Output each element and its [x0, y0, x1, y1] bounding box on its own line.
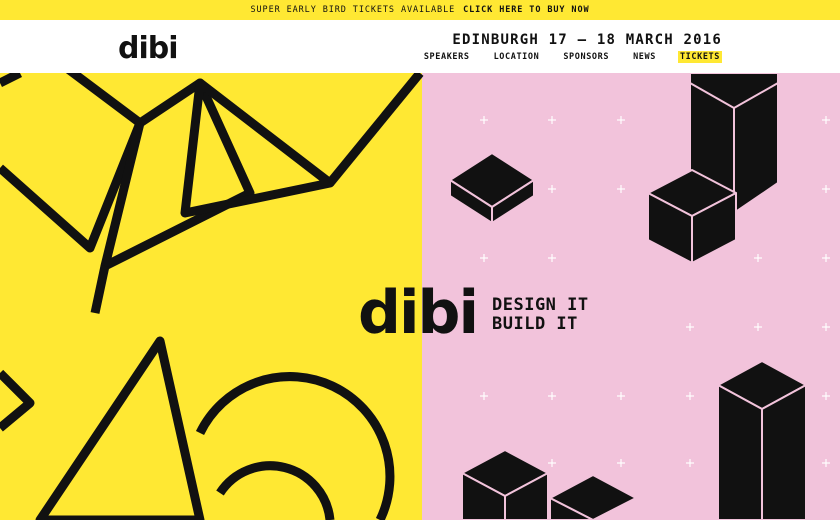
nav-news[interactable]: NEWS: [631, 51, 658, 63]
promo-text: SUPER EARLY BIRD TICKETS AVAILABLE: [250, 5, 456, 15]
dibi-hero-logo-mark: dibi: [358, 278, 479, 348]
tagline: DESIGN IT BUILD IT: [492, 296, 589, 334]
hero: dibi DESIGN IT BUILD IT: [0, 73, 840, 520]
site-header: dibi EDINBURGH 17 – 18 MARCH 2016 SPEAKE…: [0, 20, 840, 73]
nav-location[interactable]: LOCATION: [492, 51, 542, 63]
event-date: EDINBURGH 17 – 18 MARCH 2016: [452, 32, 722, 48]
tower-bottom-right: [717, 360, 807, 520]
tagline-line-1: DESIGN IT: [492, 295, 589, 315]
nav-sponsors[interactable]: SPONSORS: [561, 51, 611, 63]
tagline-line-2: BUILD IT: [492, 314, 578, 334]
promo-banner: SUPER EARLY BIRD TICKETS AVAILABLE CLICK…: [0, 0, 840, 20]
main-nav: SPEAKERS LOCATION SPONSORS NEWS TICKETS: [422, 51, 722, 63]
dibi-hero-logo-text: dibi: [358, 285, 477, 341]
dibi-hero-logo: dibi: [358, 278, 488, 348]
dibi-logo[interactable]: dibi: [118, 31, 186, 66]
dibi-logo-mark: dibi: [118, 31, 179, 66]
buy-tickets-link[interactable]: CLICK HERE TO BUY NOW: [463, 5, 589, 15]
dibi-logo-text: dibi: [118, 34, 178, 62]
nav-tickets[interactable]: TICKETS: [677, 51, 722, 63]
nav-speakers[interactable]: SPEAKERS: [422, 51, 472, 63]
